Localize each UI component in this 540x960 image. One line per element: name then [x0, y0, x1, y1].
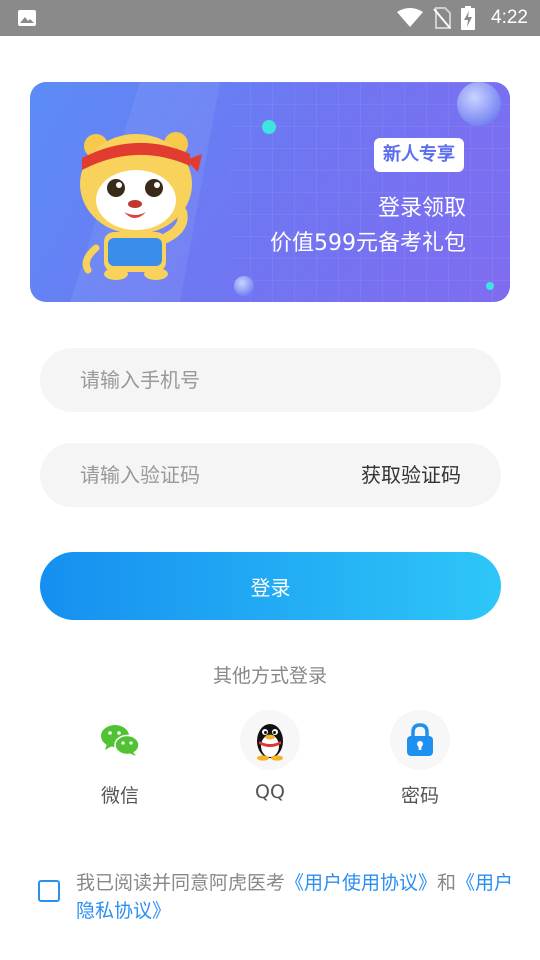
status-time: 4:22: [491, 7, 528, 28]
verification-code-input[interactable]: [80, 443, 340, 507]
qq-label: QQ: [255, 781, 285, 803]
qq-login-button[interactable]: QQ: [210, 710, 330, 803]
agreement-prefix: 我已阅读并同意阿虎医考: [76, 872, 286, 894]
agreement-text: 我已阅读并同意阿虎医考《用户使用协议》和《用户隐私协议》: [76, 869, 516, 925]
code-field: 获取验证码: [40, 443, 501, 507]
login-button[interactable]: 登录: [40, 552, 501, 620]
phone-input[interactable]: [80, 348, 340, 412]
wechat-login-button[interactable]: 微信: [60, 710, 180, 808]
user-agreement-link[interactable]: 《用户使用协议》: [285, 872, 437, 894]
wechat-label: 微信: [100, 785, 139, 807]
get-code-button[interactable]: 获取验证码: [361, 443, 461, 507]
banner-subline: 价值599元备考礼包: [270, 231, 466, 256]
agreement-connector: 和: [437, 872, 457, 894]
agreement-checkbox[interactable]: [38, 880, 60, 902]
wifi-icon: [397, 8, 424, 27]
battery-charging-icon: [461, 6, 476, 30]
phone-field: [40, 348, 501, 412]
qq-penguin-icon: [240, 710, 300, 770]
new-user-badge: 新人专享: [374, 138, 464, 172]
image-icon: [18, 10, 36, 26]
status-bar: 4:22: [0, 0, 540, 36]
wechat-icon: [90, 710, 150, 770]
tiger-mascot-icon: [80, 132, 202, 280]
password-login-button[interactable]: 密码: [360, 710, 480, 808]
promo-banner[interactable]: 新人专享 登录领取 价值599元备考礼包: [30, 82, 510, 302]
other-login-title: 其他方式登录: [212, 665, 327, 687]
password-label: 密码: [400, 785, 439, 807]
lock-icon: [390, 710, 450, 770]
banner-headline: 登录领取: [377, 196, 466, 221]
no-sim-icon: [433, 7, 452, 29]
